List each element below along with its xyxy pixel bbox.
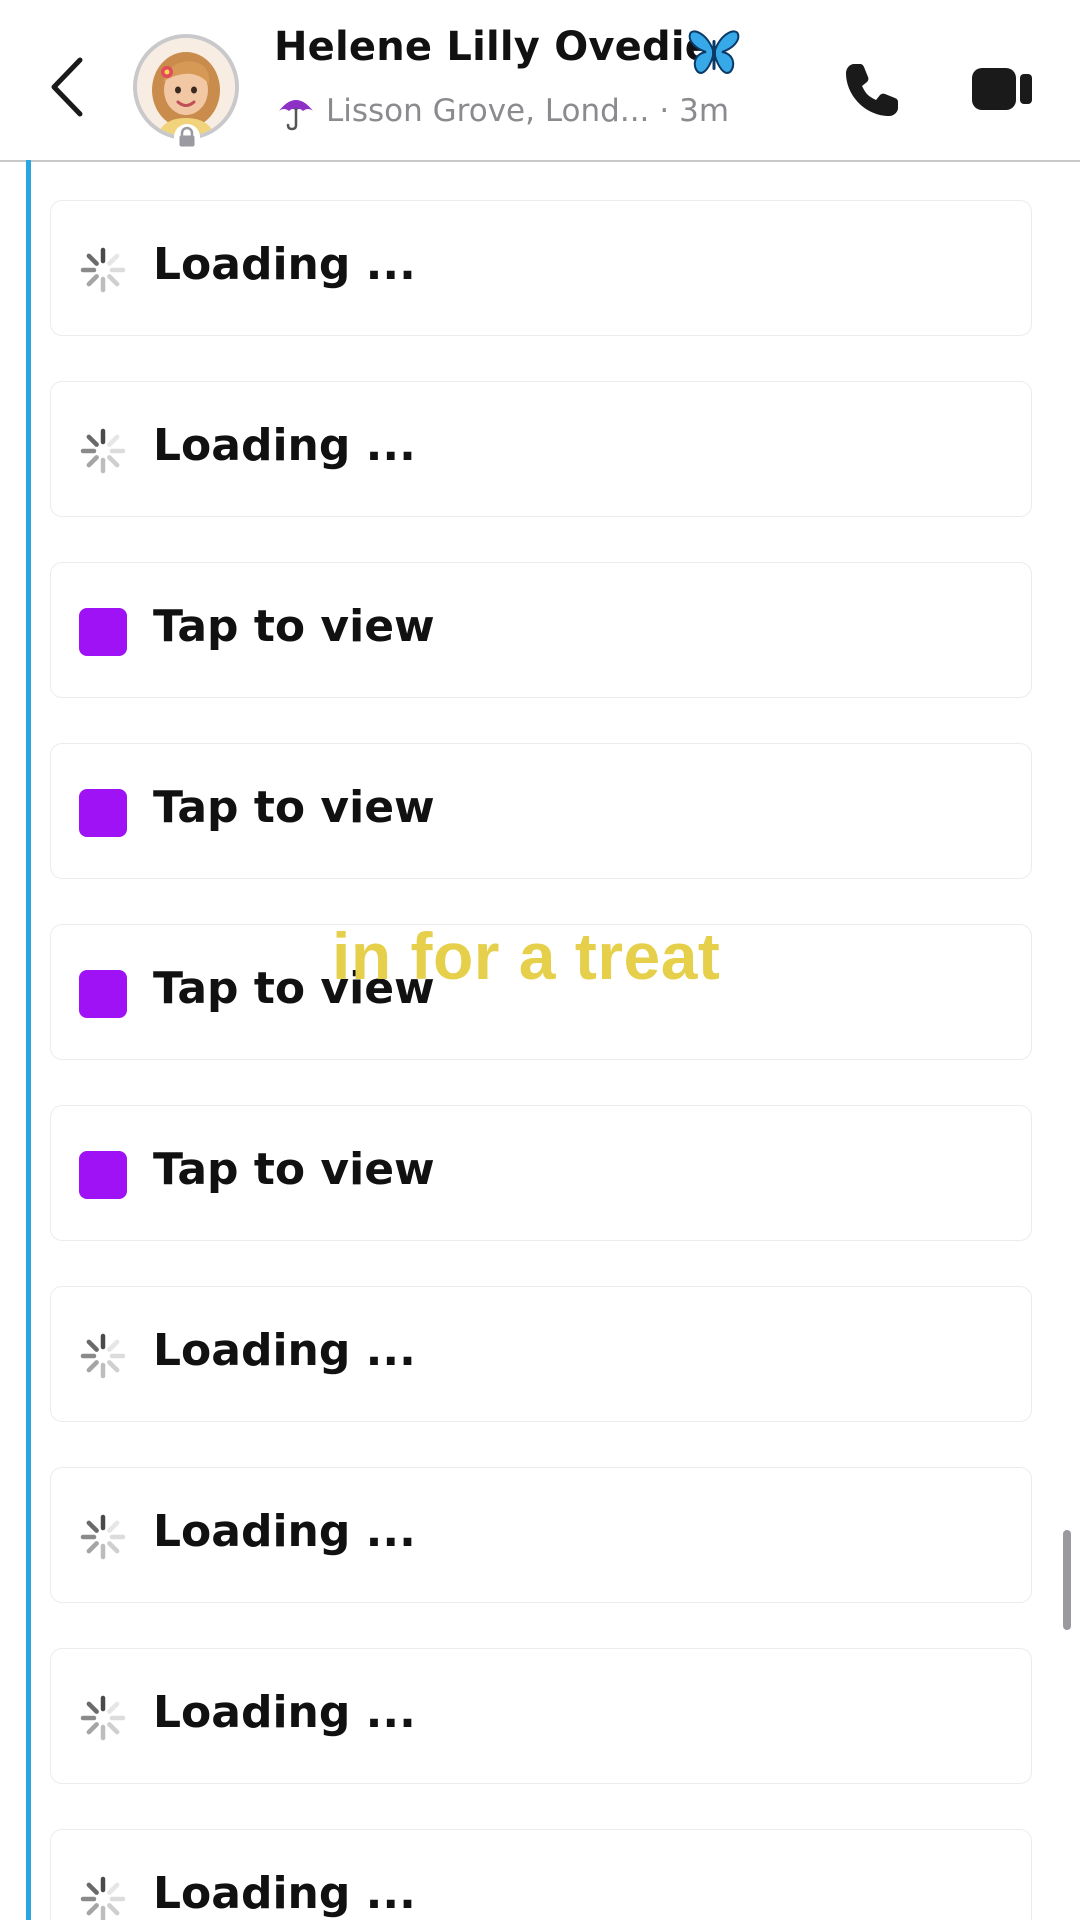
phone-icon <box>846 64 898 116</box>
loading-spinner-icon <box>80 1695 126 1741</box>
snap-item-loading[interactable]: Loading ... <box>50 1829 1032 1920</box>
unopened-snap-square-icon <box>79 608 127 656</box>
lock-badge <box>174 124 200 150</box>
unopened-snap-square-icon <box>79 970 127 1018</box>
snap-item-unopened[interactable]: Tap to view <box>50 562 1032 698</box>
unopened-snap-square-icon <box>79 789 127 837</box>
scrollbar-thumb[interactable] <box>1063 1530 1071 1630</box>
snap-item-label: Loading ... <box>153 239 416 290</box>
loading-spinner <box>79 1332 127 1380</box>
back-button[interactable] <box>44 52 94 122</box>
loading-spinner-icon <box>80 247 126 293</box>
snap-item-label: Loading ... <box>153 420 416 471</box>
butterfly-icon <box>688 30 740 74</box>
loading-spinner-icon <box>80 1876 126 1920</box>
chat-thread-bar <box>26 160 31 1920</box>
snap-item-loading[interactable]: Loading ... <box>50 1648 1032 1784</box>
snap-item-label: Loading ... <box>153 1687 416 1738</box>
loading-spinner <box>79 427 127 475</box>
purple-square-icon <box>79 970 127 1018</box>
purple-square-icon <box>79 608 127 656</box>
loading-spinner-icon <box>80 1333 126 1379</box>
snap-item-label: Tap to view <box>153 601 435 652</box>
purple-square-icon <box>79 789 127 837</box>
snap-item-label: Loading ... <box>153 1868 416 1919</box>
last-seen-text: · 3m <box>659 93 730 129</box>
snap-item-loading[interactable]: Loading ... <box>50 1286 1032 1422</box>
unopened-snap-square-icon <box>79 1151 127 1199</box>
snap-item-label: Tap to view <box>153 782 435 833</box>
loading-spinner <box>79 246 127 294</box>
location-line: Lisson Grove, Lond... · 3m <box>276 86 729 136</box>
chevron-left-icon <box>51 57 83 117</box>
snap-item-loading[interactable]: Loading ... <box>50 381 1032 517</box>
snap-item-loading[interactable]: Loading ... <box>50 200 1032 336</box>
umbrella-icon <box>279 100 313 131</box>
location-text: Lisson Grove, Lond... <box>326 93 650 129</box>
snap-item-label: Tap to view <box>153 1144 435 1195</box>
snap-item-loading[interactable]: Loading ... <box>50 1467 1032 1603</box>
video-camera-icon <box>972 68 1032 110</box>
snap-list: Loading ... Loading ... Tap to view Tap to … <box>50 200 1032 1920</box>
voice-call-button[interactable] <box>840 58 904 122</box>
snap-item-unopened[interactable]: Tap to view <box>50 743 1032 879</box>
lock-icon <box>179 126 195 147</box>
snap-item-unopened[interactable]: Tap to view <box>50 1105 1032 1241</box>
loading-spinner <box>79 1694 127 1742</box>
overlay-caption: in for a treat <box>332 919 721 993</box>
video-call-button[interactable] <box>972 66 1036 112</box>
snap-item-label: Loading ... <box>153 1325 416 1376</box>
purple-square-icon <box>79 1151 127 1199</box>
loading-spinner-icon <box>80 1514 126 1560</box>
snap-item-label: Loading ... <box>153 1506 416 1557</box>
chat-screen: Helene Lilly Ovedie Lisson Grove, Lond..… <box>0 0 1080 1920</box>
contact-name[interactable]: Helene Lilly Ovedie <box>274 24 712 70</box>
loading-spinner-icon <box>80 428 126 474</box>
chat-header: Helene Lilly Ovedie Lisson Grove, Lond..… <box>0 0 1080 162</box>
loading-spinner <box>79 1513 127 1561</box>
bitmoji-avatar-icon <box>137 38 235 136</box>
loading-spinner <box>79 1875 127 1920</box>
